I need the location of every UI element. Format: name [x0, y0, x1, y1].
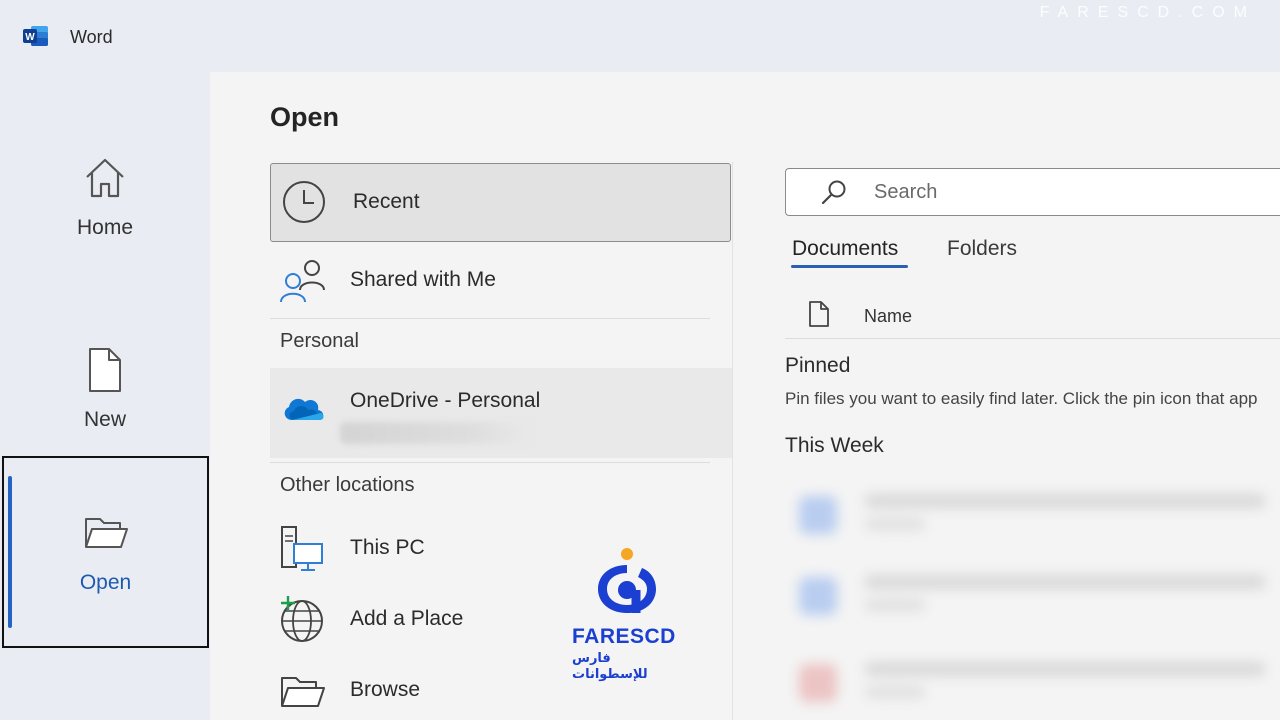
file-row-blurred[interactable]	[785, 484, 1280, 544]
divider	[270, 462, 710, 463]
location-recent-label: Recent	[353, 190, 420, 213]
watermark-text: FARESCD.COM	[1039, 4, 1256, 21]
file-icon	[799, 577, 837, 615]
nav-new-label: New	[83, 408, 126, 431]
section-other-header: Other locations	[280, 474, 415, 496]
word-logo-icon: W	[23, 26, 48, 46]
page-title: Open	[270, 102, 340, 132]
open-panel: Open Recent Shared with Me Personal OneD…	[210, 72, 1280, 720]
search-icon	[821, 180, 846, 205]
blurred-account-email	[340, 422, 530, 444]
pinned-description: Pin files you want to easily find later.…	[785, 389, 1258, 408]
app-name: Word	[70, 27, 113, 47]
column-divider	[732, 162, 733, 720]
new-document-icon	[89, 348, 121, 392]
column-name-header[interactable]: Name	[864, 306, 912, 327]
location-shared-with-me[interactable]: Shared with Me	[270, 252, 732, 312]
nav-open-label: Open	[79, 571, 132, 594]
watermark-logo: FARESCD فارس للإسطوانات	[566, 545, 690, 681]
divider	[270, 318, 710, 319]
blurred-text	[865, 518, 925, 530]
backstage-nav: Home New Open	[0, 72, 210, 720]
blurred-text	[865, 575, 1265, 589]
shared-people-icon	[280, 260, 325, 303]
search-input[interactable]	[874, 177, 1274, 207]
blurred-text	[865, 494, 1265, 508]
section-personal-header: Personal	[280, 330, 359, 352]
blurred-text	[865, 599, 925, 611]
file-type-icon	[809, 301, 829, 327]
search-box	[785, 168, 1280, 216]
location-this-pc-label: This PC	[350, 536, 425, 559]
onedrive-cloud-icon	[284, 398, 324, 420]
nav-open[interactable]: Open	[2, 456, 209, 648]
blurred-text	[865, 686, 925, 698]
browse-folder-icon	[281, 677, 325, 707]
open-folder-icon	[84, 518, 128, 548]
file-icon	[799, 496, 837, 534]
tab-folders-label: Folders	[947, 237, 1018, 260]
tab-folders[interactable]: Folders	[947, 237, 1017, 261]
clock-icon	[283, 181, 325, 223]
location-shared-label: Shared with Me	[350, 268, 496, 291]
globe-add-icon	[281, 596, 323, 642]
location-onedrive[interactable]: OneDrive - Personal	[270, 368, 732, 458]
svg-text:W: W	[25, 32, 35, 43]
active-tab-indicator	[791, 265, 908, 268]
blurred-text	[865, 662, 1265, 676]
farescd-logo-icon	[598, 548, 656, 613]
computer-icon	[281, 526, 323, 571]
nav-home[interactable]: Home	[0, 102, 210, 292]
file-list-header: Name	[785, 294, 1280, 339]
location-recent[interactable]: Recent	[270, 163, 731, 242]
file-row-blurred[interactable]	[785, 652, 1280, 712]
watermark-arabic: فارس للإسطوانات	[572, 650, 648, 681]
file-row-blurred[interactable]	[785, 565, 1280, 625]
tab-documents-label: Documents	[792, 237, 899, 260]
selected-indicator	[8, 476, 12, 628]
home-icon	[86, 158, 124, 198]
location-onedrive-label: OneDrive - Personal	[350, 389, 541, 412]
watermark-brand: FARESCD	[572, 625, 676, 648]
title-bar: W Word FARESCD.COM	[0, 0, 1280, 72]
location-browse-label: Browse	[350, 678, 421, 701]
nav-home-label: Home	[76, 216, 134, 239]
this-week-header: This Week	[785, 434, 884, 457]
pinned-header: Pinned	[785, 354, 851, 377]
location-add-place-label: Add a Place	[350, 607, 464, 630]
file-icon	[799, 664, 837, 702]
tab-documents[interactable]: Documents	[791, 237, 908, 268]
